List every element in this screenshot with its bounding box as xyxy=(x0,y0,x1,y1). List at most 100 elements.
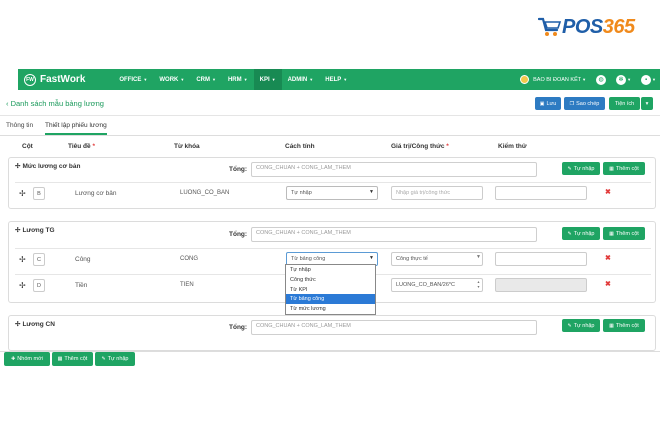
total-formula-input[interactable]: CONG_CHUAN + CONG_LAM_THEM xyxy=(251,162,537,177)
bottom-toolbar: ✚ Nhóm mới ▦ Thêm cột ✎ Tự nhập xyxy=(0,351,660,368)
dropdown-option[interactable]: Từ KPI xyxy=(286,285,375,295)
column-key: B xyxy=(33,187,45,200)
chevron-down-icon: ▼ xyxy=(652,77,656,82)
menu-help[interactable]: HELP ▼ xyxy=(319,69,353,90)
chevron-down-icon: ▼ xyxy=(180,77,185,82)
table-icon: ▦ xyxy=(609,322,614,329)
chevron-down-icon: ▼ xyxy=(582,77,587,82)
import-button[interactable]: ✎ Tự nhập xyxy=(562,162,600,175)
menu-admin[interactable]: ADMIN ▼ xyxy=(282,69,320,90)
table-icon: ▦ xyxy=(57,356,63,362)
row-title[interactable]: Công xyxy=(75,256,91,263)
test-input[interactable] xyxy=(495,252,587,266)
row-keyword[interactable]: CONG xyxy=(180,256,198,262)
top-navbar: FW FastWork OFFICE ▼ WORK ▼ CRM ▼ HRM ▼ KPI ▼… xyxy=(18,69,660,90)
breadcrumb[interactable]: ‹ Danh sách mẫu bảng lương xyxy=(6,99,104,108)
main-menu: OFFICE ▼ WORK ▼ CRM ▼ HRM ▼ KPI ▼ ADMIN ▼ HELP… xyxy=(113,69,353,90)
gear-icon[interactable]: ✻ xyxy=(616,74,627,85)
method-dropdown-list: Tự nhập Công thức Từ KPI Từ bảng công Từ… xyxy=(285,264,376,315)
globe-icon[interactable]: ◍ xyxy=(596,74,607,85)
total-label: Tổng: xyxy=(229,324,248,331)
move-icon[interactable]: ✢ xyxy=(19,255,26,264)
save-button[interactable]: ▣ Lưu xyxy=(535,97,561,110)
tab-info[interactable]: Thông tin xyxy=(6,122,33,129)
section-title[interactable]: ✢ Lương CN xyxy=(15,320,55,328)
dropdown-option[interactable]: Công thức xyxy=(286,275,375,285)
menu-office[interactable]: OFFICE ▼ xyxy=(113,69,153,90)
col-header-keyword: Từ khóa xyxy=(174,143,200,150)
value-input[interactable]: Nhập giá trị/công thức xyxy=(391,186,483,200)
chevron-down-icon: ▼ xyxy=(309,77,314,82)
move-icon[interactable]: ✢ xyxy=(19,189,26,198)
utility-dropdown-button[interactable]: ▾ xyxy=(641,97,653,110)
chevron-down-icon: ▼ xyxy=(143,77,148,82)
spinner-icon[interactable]: ▲ ▼ xyxy=(476,280,481,290)
import-button[interactable]: ✎ Tự nhập xyxy=(562,319,600,332)
total-label: Tổng: xyxy=(229,166,248,173)
plus-icon: ✚ xyxy=(11,356,16,362)
row-title[interactable]: Tiền xyxy=(75,282,87,289)
logo-text-365: 365 xyxy=(602,16,635,38)
page-header: ‹ Danh sách mẫu bảng lương ▣ Lưu ❐ Sao ché… xyxy=(0,92,660,116)
section-title[interactable]: ✢ Mức lương cơ bản xyxy=(15,162,80,170)
menu-hrm[interactable]: HRM ▼ xyxy=(222,69,254,90)
tab-payslip-setup[interactable]: Thiết lập phiếu lương xyxy=(45,122,107,135)
section-title[interactable]: ✢ Lương TG xyxy=(15,226,55,234)
total-formula-input[interactable]: CONG_CHUAN + CONG_LAM_THEM xyxy=(251,227,537,242)
user-area: BAO BI ĐOAN KẾT ▼ ◍ ✻ ▼ ▪ ▼ xyxy=(520,69,656,90)
row-keyword[interactable]: LUONG_CO_BAN xyxy=(180,190,229,196)
value-select[interactable]: Công thực tế ▼ xyxy=(391,252,483,266)
col-header-column: Cột xyxy=(22,143,33,150)
edit-icon: ✎ xyxy=(567,230,572,237)
new-group-button[interactable]: ✚ Nhóm mới xyxy=(4,352,50,366)
move-icon[interactable]: ✢ xyxy=(15,163,20,170)
pos365-logo: POS 365 xyxy=(538,14,635,40)
formula-input[interactable]: LUONG_CO_BAN/26*C ▲ ▼ xyxy=(391,278,483,292)
col-header-title: Tiêu đề * xyxy=(68,143,95,150)
move-icon[interactable]: ✢ xyxy=(15,321,20,328)
chevron-down-icon: ▾ xyxy=(645,100,649,107)
fastwork-logo[interactable]: FW FastWork xyxy=(24,73,86,86)
move-icon[interactable]: ✢ xyxy=(19,281,26,290)
fastwork-badge-icon: FW xyxy=(24,73,36,86)
move-icon[interactable]: ✢ xyxy=(15,227,20,234)
app-name: FastWork xyxy=(40,74,86,85)
menu-crm[interactable]: CRM ▼ xyxy=(190,69,222,90)
company-name[interactable]: BAO BI ĐOAN KẾT xyxy=(533,77,581,83)
menu-kpi[interactable]: KPI ▼ xyxy=(253,69,282,90)
row-title[interactable]: Lương cơ bản xyxy=(75,190,116,197)
import-button[interactable]: ✎ Tự nhập xyxy=(562,227,600,240)
logo-text-pos: POS xyxy=(562,16,603,38)
add-column-button[interactable]: ▦ Thêm cột xyxy=(603,162,645,175)
column-key: D xyxy=(33,279,45,292)
test-input[interactable] xyxy=(495,186,587,200)
delete-icon[interactable]: ✖ xyxy=(605,254,611,262)
column-key: C xyxy=(33,253,45,266)
utility-button[interactable]: Tiện ích xyxy=(609,97,640,110)
dropdown-option-selected[interactable]: Từ bảng công xyxy=(286,294,375,305)
section-basic-salary: ✢ Mức lương cơ bản Tổng: CONG_CHUAN + CON… xyxy=(8,157,656,209)
test-input xyxy=(495,278,587,292)
chevron-down-icon: ▼ xyxy=(212,77,216,82)
avatar[interactable] xyxy=(520,75,530,84)
save-icon: ▣ xyxy=(539,100,545,107)
total-formula-input[interactable]: CONG_CHUAN + CONG_LAM_THEM xyxy=(251,320,537,335)
chat-icon[interactable]: ▪ xyxy=(641,74,652,85)
method-select[interactable]: Tự nhập ▼ xyxy=(286,186,378,200)
edit-icon: ✎ xyxy=(567,165,572,172)
dropdown-option[interactable]: Tự nhập xyxy=(286,265,375,275)
total-label: Tổng: xyxy=(229,231,248,238)
chevron-down-icon: ▼ xyxy=(243,77,248,82)
add-column-button[interactable]: ▦ Thêm cột xyxy=(603,227,645,240)
menu-work[interactable]: WORK ▼ xyxy=(153,69,190,90)
delete-icon[interactable]: ✖ xyxy=(605,188,611,196)
import-button[interactable]: ✎ Tự nhập xyxy=(95,352,135,366)
add-column-button[interactable]: ▦ Thêm cột xyxy=(603,319,645,332)
cart-logo-icon xyxy=(538,17,562,36)
copy-button[interactable]: ❐ Sao chép xyxy=(564,97,605,110)
dropdown-option[interactable]: Từ mức lương xyxy=(286,304,375,314)
delete-icon[interactable]: ✖ xyxy=(605,280,611,288)
chevron-down-icon: ▼ xyxy=(627,77,632,82)
row-keyword[interactable]: TIEN xyxy=(180,282,194,288)
add-column-button[interactable]: ▦ Thêm cột xyxy=(52,352,93,366)
